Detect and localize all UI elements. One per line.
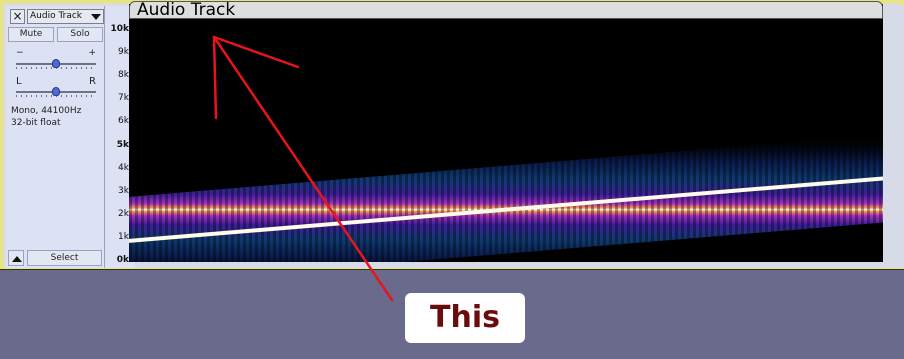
close-icon: × xyxy=(12,9,23,23)
ruler-label-3k: 3k xyxy=(118,185,129,196)
track-name-menu[interactable]: Audio Track xyxy=(27,9,104,24)
spectrogram-chirp xyxy=(129,134,883,262)
ruler-label-10k: 10k xyxy=(110,24,129,34)
select-track-button[interactable]: Select xyxy=(27,250,102,266)
up-triangle-icon xyxy=(12,256,22,262)
ruler-label-0k: 0k xyxy=(116,255,129,265)
collapse-track-button[interactable] xyxy=(8,250,24,266)
solo-button[interactable]: Solo xyxy=(57,27,103,42)
pan-slider-thumb[interactable] xyxy=(52,87,60,96)
track-header-row: × Audio Track xyxy=(8,8,104,24)
ruler-label-8k: 8k xyxy=(118,70,129,81)
mute-solo-row: Mute Solo xyxy=(8,27,103,42)
ruler-label-2k: 2k xyxy=(118,208,129,219)
spectrogram-canvas xyxy=(129,134,883,262)
track-bottom-row: Select xyxy=(8,250,103,266)
ruler-label-1k: 1k xyxy=(118,231,129,242)
track-right-edge xyxy=(883,4,898,262)
ruler-label-6k: 6k xyxy=(118,116,129,127)
chevron-down-icon xyxy=(91,14,101,20)
track-title: Audio Track xyxy=(137,0,236,20)
ruler-label-7k: 7k xyxy=(118,93,129,104)
gain-slider[interactable]: − + xyxy=(16,48,96,74)
spectrogram-display[interactable] xyxy=(129,4,883,262)
close-track-button[interactable]: × xyxy=(10,9,25,24)
track-name-label: Audio Track xyxy=(30,11,82,21)
mute-button[interactable]: Mute xyxy=(8,27,54,42)
gain-slider-thumb[interactable] xyxy=(52,59,60,68)
track-sample-format: 32-bit float xyxy=(11,118,61,128)
gain-min-label: − xyxy=(16,48,24,58)
ruler-label-4k: 4k xyxy=(118,162,129,173)
pan-left-label: L xyxy=(16,76,22,87)
ruler-label-9k: 9k xyxy=(118,47,129,58)
chirp-band-texture xyxy=(129,134,883,262)
pan-right-label: R xyxy=(89,76,96,87)
track-control-panel: × Audio Track Mute Solo − + L R Mono, 44… xyxy=(6,6,105,268)
annotation-callout: This xyxy=(405,293,525,343)
track-sample-rate: Mono, 44100Hz xyxy=(11,106,82,116)
ruler-label-5k: 5k xyxy=(116,139,129,150)
track-title-bar[interactable]: Audio Track xyxy=(129,0,883,20)
gain-max-label: + xyxy=(88,48,96,58)
pan-slider[interactable]: L R xyxy=(16,76,96,102)
